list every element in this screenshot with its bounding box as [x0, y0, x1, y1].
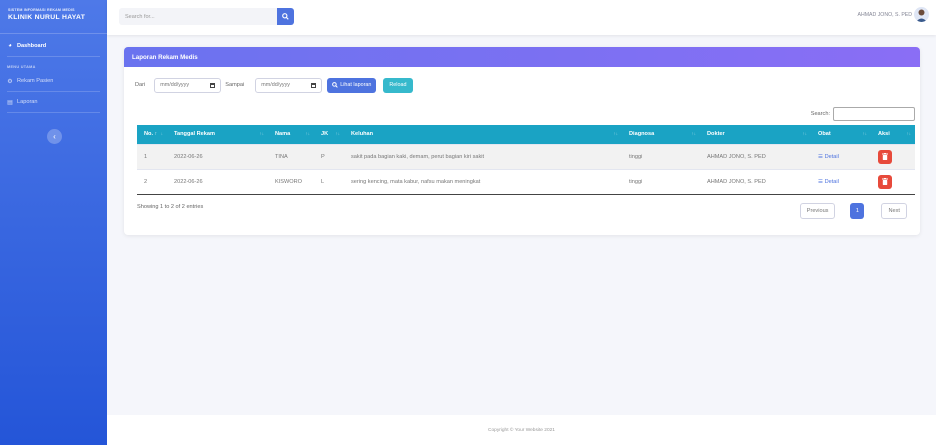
view-report-button[interactable]: Lihat laporan [327, 77, 377, 93]
cell-nama: TINA [268, 143, 314, 169]
report-icon: ▤ [7, 99, 13, 106]
cell-aksi [871, 168, 915, 195]
to-label: Sampai [225, 82, 245, 88]
column-header-diagnosa[interactable]: Diagnosa ↑↓ [622, 125, 700, 144]
sidebar-divider [7, 56, 100, 57]
column-header-tanggal[interactable]: Tanggal Rekam ↑↓ [167, 125, 268, 144]
column-header-dokter[interactable]: Dokter ↑↓ [700, 125, 811, 144]
table-row: 1 2022-06-26 TINA P sakit pada bagian ka… [137, 143, 915, 169]
delete-button[interactable] [878, 174, 892, 189]
next-page-button[interactable]: Next [881, 203, 907, 219]
list-icon: ☰ [818, 153, 824, 160]
cell-jk: P [314, 143, 344, 169]
cell-tanggal: 2022-06-26 [167, 143, 268, 169]
column-header-keluhan[interactable]: Keluhan ↑↓ [344, 125, 622, 144]
calendar-icon [210, 82, 216, 88]
search-button[interactable] [277, 8, 294, 25]
cell-aksi [871, 143, 915, 169]
reload-button[interactable]: Reload [383, 77, 413, 93]
sidebar: SISTEM INFORMASI REKAM MEDIS KLINIK NURU… [0, 0, 107, 445]
report-card: Laporan Rekam Medis Dari mm/dd/yyyy Samp… [124, 47, 920, 235]
detail-label: Detail [824, 178, 839, 185]
topbar: Search for... AHMAD JONO, S. PED [107, 0, 936, 35]
sidebar-item-label: Laporan [17, 99, 38, 105]
column-header-nama[interactable]: Nama ↑↓ [268, 125, 314, 144]
table-search-input[interactable] [833, 107, 915, 121]
cell-tanggal: 2022-06-26 [167, 168, 268, 195]
brand-subtitle: SISTEM INFORMASI REKAM MEDIS [8, 8, 75, 12]
dashboard-icon: ◕ [8, 43, 12, 49]
cell-diagnosa: tinggi [622, 143, 700, 169]
gear-icon: ⚙ [7, 78, 13, 85]
column-header-obat[interactable]: Obat ↑↓ [811, 125, 871, 144]
table-search: Search: [811, 107, 915, 121]
delete-button[interactable] [878, 149, 892, 164]
pagination: Previous 1 Next [799, 203, 907, 219]
detail-link[interactable]: ☰ Detail [818, 154, 839, 160]
card-title: Laporan Rekam Medis [124, 47, 920, 67]
trash-icon [882, 153, 888, 160]
cell-diagnosa: tinggi [622, 168, 700, 195]
detail-label: Detail [824, 153, 839, 160]
list-icon: ☰ [818, 178, 824, 185]
sidebar-divider [7, 91, 100, 92]
chevron-left-icon: ‹ [53, 132, 56, 141]
cell-no: 2 [137, 168, 167, 195]
date-placeholder: mm/dd/yyyy [160, 82, 190, 88]
calendar-icon [311, 82, 317, 88]
cell-keluhan: sering kencing, mata kabur, nafsu makan … [344, 168, 622, 195]
column-header-aksi[interactable]: Aksi ↑↓ [871, 125, 915, 144]
date-placeholder: mm/dd/yyyy [261, 82, 290, 88]
cell-no: 1 [137, 143, 167, 169]
sidebar-toggle-button[interactable]: ‹ [47, 129, 62, 144]
cell-dokter: AHMAD JONO, S. PED [700, 143, 811, 169]
from-date-input[interactable]: mm/dd/yyyy [154, 77, 222, 93]
cell-keluhan: sakit pada bagian kaki, demam, perut bag… [344, 143, 622, 169]
column-header-no[interactable]: No. ↑ ↓ [137, 125, 167, 144]
cell-obat: ☰ Detail [811, 168, 871, 195]
sidebar-item-dashboard[interactable]: ◕ Dashboard [0, 38, 107, 54]
search-icon [282, 13, 289, 20]
user-avatar-icon [916, 9, 927, 22]
sidebar-item-rekam-pasien[interactable]: ⚙ Rekam Pasien [0, 73, 107, 89]
search-icon [332, 82, 338, 88]
search-label: Search: [810, 111, 830, 117]
cell-jk: L [314, 168, 344, 195]
sidebar-heading: MENU UTAMA [7, 65, 36, 69]
cell-nama: KISWORO [268, 168, 314, 195]
search-input[interactable]: Search for... [119, 8, 277, 25]
previous-page-button[interactable]: Previous [799, 203, 836, 219]
sidebar-item-label: Rekam Pasien [17, 78, 54, 84]
detail-link[interactable]: ☰ Detail [818, 179, 839, 185]
from-label: Dari [135, 82, 146, 88]
to-date-input[interactable]: mm/dd/yyyy [255, 77, 323, 93]
sidebar-item-laporan[interactable]: ▤ Laporan [0, 94, 107, 110]
footer: Copyright © Your Website 2021 [107, 415, 936, 445]
current-page-button[interactable]: 1 [850, 203, 865, 219]
cell-obat: ☰ Detail [811, 143, 871, 169]
sidebar-item-label: Dashboard [17, 43, 47, 49]
sidebar-brand[interactable]: SISTEM INFORMASI REKAM MEDIS KLINIK NURU… [0, 0, 107, 34]
trash-icon [882, 178, 888, 185]
table-header-row: No. ↑ ↓ Tanggal Rekam ↑↓ Nama ↑↓ JK ↑↓ Keluh… [137, 125, 915, 144]
table-row: 2 2022-06-26 KISWORO L sering kencing, m… [137, 168, 915, 195]
cell-dokter: AHMAD JONO, S. PED [700, 168, 811, 195]
avatar[interactable] [914, 7, 929, 22]
view-report-label: Lihat laporan [340, 82, 372, 88]
column-header-jk[interactable]: JK ↑↓ [314, 125, 344, 144]
records-table: No. ↑ ↓ Tanggal Rekam ↑↓ Nama ↑↓ JK ↑↓ Keluh… [137, 125, 915, 195]
date-filter: Dari mm/dd/yyyy Sampai mm/dd/yyyy Lihat … [135, 77, 413, 93]
user-name[interactable]: AHMAD JONO, S. PED [858, 12, 912, 18]
sidebar-divider [7, 112, 100, 113]
table-info: Showing 1 to 2 of 2 entries [137, 204, 204, 210]
brand-title: KLINIK NURUL HAYAT [8, 14, 86, 21]
